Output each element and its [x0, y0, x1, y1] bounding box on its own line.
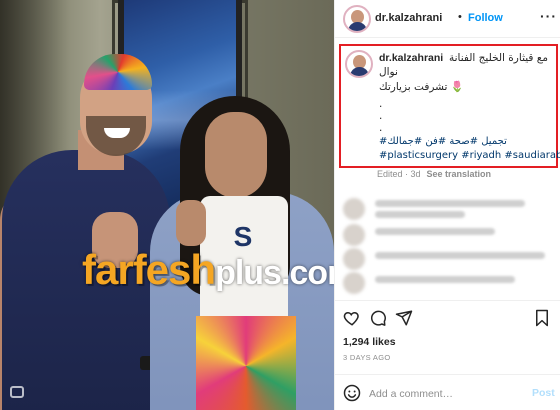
hashtags-english[interactable]: #plasticsurgery #riyadh #saudiarabia [379, 150, 560, 161]
list-item [341, 270, 555, 296]
caption-line-2: نوال [379, 66, 398, 78]
comment-composer: Post [335, 374, 560, 410]
blurred-comment [375, 200, 525, 207]
post-header: dr.kalzahrani • Follow ··· [335, 0, 560, 38]
woman-face [205, 112, 267, 198]
woman-skirt [196, 316, 296, 410]
blurred-comment [375, 228, 495, 235]
avatar [343, 198, 365, 220]
emoji-icon[interactable] [343, 384, 361, 402]
heart-icon[interactable] [343, 309, 361, 327]
caption-line-1: مع قيثارة الخليج الفنانة [448, 52, 548, 64]
follow-button[interactable]: Follow [468, 12, 503, 24]
list-item [341, 246, 555, 272]
caption-username[interactable]: dr.kalzahrani [379, 52, 443, 64]
caption-dot: . [379, 110, 383, 122]
caption-meta: Edited · 3d See translation [377, 169, 491, 179]
edited-time: Edited · 3d [377, 169, 421, 179]
list-item [341, 222, 555, 248]
post-button[interactable]: Post [532, 387, 555, 399]
header-username[interactable]: dr.kalzahrani [375, 12, 442, 24]
watermark-tail: plus.com [215, 254, 334, 292]
blurred-comment [375, 276, 515, 283]
likes-count[interactable]: 1,294 likes [343, 336, 396, 348]
post-sidebar: dr.kalzahrani • Follow ··· dr.kalzahrani… [334, 0, 560, 410]
comment-icon[interactable] [369, 309, 387, 327]
share-icon[interactable] [395, 309, 413, 327]
hashtags-arabic[interactable]: تجميل #صحة #فن #جمالك# [379, 136, 507, 147]
blurred-comment [375, 252, 545, 259]
see-translation-link[interactable]: See translation [427, 169, 492, 179]
comment-input[interactable] [369, 387, 519, 401]
post-photo[interactable]: S farfeshplus.com [0, 0, 334, 410]
watermark-main: farfesh [82, 246, 216, 293]
caption-highlight: dr.kalzahrani مع قيثارة الخليج الفنانة ن… [339, 44, 560, 168]
bookmark-icon[interactable] [533, 309, 551, 327]
caption-dot: . [379, 98, 383, 110]
action-bar [335, 300, 560, 334]
caption-avatar[interactable] [345, 50, 373, 78]
camera-icon [10, 386, 24, 398]
woman-thumbs-up [176, 200, 206, 246]
blurred-comment [375, 211, 465, 218]
caption-line-3: 🌷 تشرفت بزيارتك [379, 81, 464, 93]
header-separator: • [458, 11, 462, 23]
avatar [343, 224, 365, 246]
avatar[interactable] [343, 5, 371, 33]
caption-dot: . [379, 122, 383, 134]
watermark: farfeshplus.com [82, 246, 334, 294]
list-item [341, 196, 555, 222]
avatar [343, 272, 365, 294]
post-time: 3 DAYS AGO [343, 353, 391, 362]
avatar [343, 248, 365, 270]
more-options-icon[interactable]: ··· [540, 8, 557, 24]
